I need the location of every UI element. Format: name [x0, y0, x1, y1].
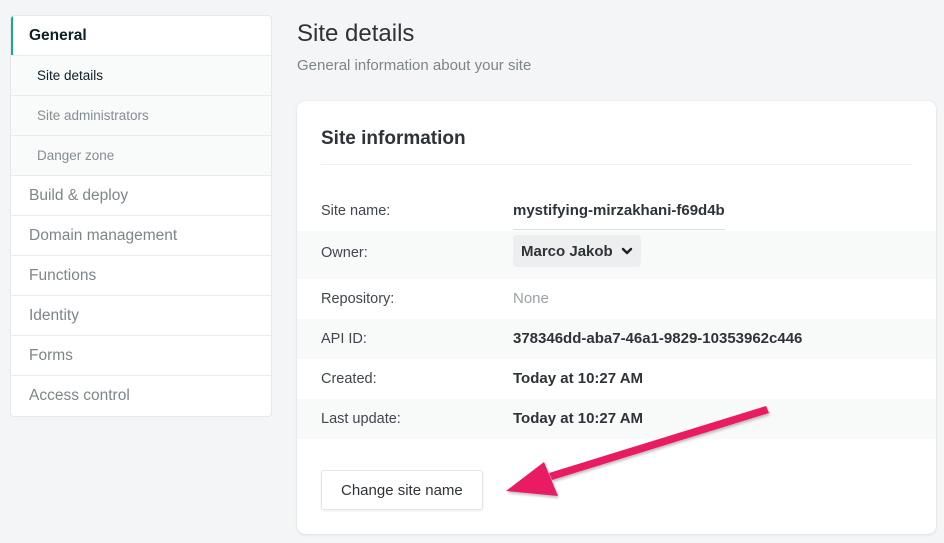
created-value: Today at 10:27 AM — [513, 370, 644, 387]
sidebar-item-general[interactable]: General — [11, 16, 271, 56]
site-info-list: Site name: mystifying-mirzakhani-f69d4b … — [297, 191, 936, 439]
sidebar-item-site-administrators[interactable]: Site administrators — [11, 96, 271, 136]
sidebar-item-access-control[interactable]: Access control — [11, 376, 271, 416]
owner-row: Owner: Marco Jakob — [297, 231, 936, 279]
sidebar-item-build-deploy[interactable]: Build & deploy — [11, 176, 271, 216]
page-title: Site details — [297, 20, 415, 47]
repository-value: None — [513, 290, 549, 307]
last-update-label: Last update: — [321, 411, 401, 427]
last-update-row: Last update: Today at 10:27 AM — [297, 399, 936, 439]
sidebar-item-danger-zone[interactable]: Danger zone — [11, 136, 271, 176]
chevron-down-icon — [621, 247, 632, 255]
sidebar-item-site-details[interactable]: Site details — [11, 56, 271, 96]
api-id-label: API ID: — [321, 331, 367, 347]
api-id-value: 378346dd-aba7-46a1-9829-10353962c446 — [513, 330, 803, 347]
card-divider — [321, 164, 912, 165]
last-update-value: Today at 10:27 AM — [513, 410, 644, 427]
repository-label: Repository: — [321, 291, 395, 307]
change-site-name-button[interactable]: Change site name — [321, 470, 483, 510]
owner-dropdown[interactable]: Marco Jakob — [513, 235, 641, 267]
sidebar-item-identity[interactable]: Identity — [11, 296, 271, 336]
sidebar-item-forms[interactable]: Forms — [11, 336, 271, 376]
created-label: Created: — [321, 371, 377, 387]
card-title: Site information — [321, 128, 466, 149]
created-row: Created: Today at 10:27 AM — [297, 359, 936, 399]
owner-value: Marco Jakob — [521, 242, 613, 260]
sidebar-item-functions[interactable]: Functions — [11, 256, 271, 296]
site-settings-page: General Site details Site administrators… — [0, 0, 944, 543]
sidebar-item-domain-management[interactable]: Domain management — [11, 216, 271, 256]
site-name-label: Site name: — [321, 203, 391, 219]
repository-row: Repository: None — [297, 279, 936, 319]
site-information-card: Site information Site name: mystifying-m… — [297, 101, 936, 534]
settings-sidebar: General Site details Site administrators… — [10, 15, 272, 417]
site-name-value[interactable]: mystifying-mirzakhani-f69d4b — [513, 193, 725, 230]
owner-label: Owner: — [321, 245, 368, 261]
site-name-row: Site name: mystifying-mirzakhani-f69d4b — [297, 191, 936, 231]
api-id-row: API ID: 378346dd-aba7-46a1-9829-10353962… — [297, 319, 936, 359]
page-subtitle: General information about your site — [297, 57, 532, 74]
